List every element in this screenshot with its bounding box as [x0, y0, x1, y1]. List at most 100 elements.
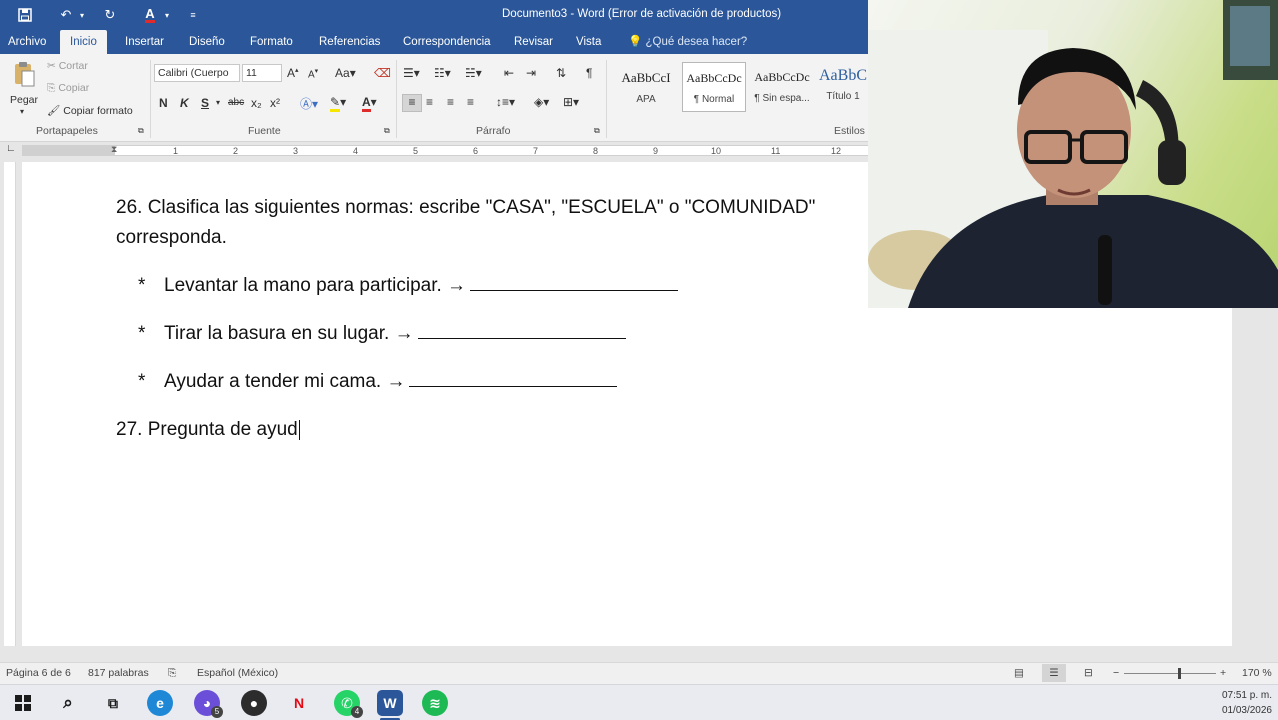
italic-button[interactable]: K [180, 96, 189, 110]
bold-button[interactable]: N [159, 96, 168, 110]
show-formatting-icon[interactable]: ¶ [586, 66, 592, 80]
discord-icon[interactable]: ◕ 5 [194, 690, 223, 718]
grow-font-icon[interactable]: A▴ [287, 66, 299, 80]
highlight-icon[interactable]: ✎▾ [330, 95, 346, 112]
underline-dropdown-icon[interactable]: ▾ [216, 98, 220, 107]
tab-correspondencia[interactable]: Correspondencia [403, 30, 491, 54]
tell-me-search[interactable]: 💡 ¿Qué desea hacer? [628, 30, 747, 54]
whatsapp-icon[interactable]: ✆ 4 [334, 690, 363, 718]
tab-selector-icon[interactable]: ∟ [6, 143, 16, 154]
read-mode-icon[interactable]: ▤ [1014, 667, 1024, 679]
windows-start-icon[interactable] [10, 690, 36, 716]
underline-button[interactable]: S [201, 96, 209, 110]
shrink-font-icon[interactable]: A▾ [308, 67, 318, 80]
indent-marker-icon[interactable]: ⧗ [111, 144, 117, 155]
font-name-combo[interactable]: Calibri (Cuerpo [154, 64, 240, 82]
borders-icon[interactable]: ⊞▾ [563, 95, 579, 109]
tab-insertar[interactable]: Insertar [125, 30, 164, 54]
word-icon[interactable]: W [377, 690, 403, 716]
font-color-qat-icon[interactable]: A [140, 5, 160, 25]
font-color-qat-dropdown-icon[interactable]: ▾ [162, 5, 172, 25]
redo-icon[interactable]: ↻ [100, 5, 120, 25]
multilevel-list-icon[interactable]: ☵▾ [465, 66, 482, 80]
style-normal[interactable]: AaBbCcDc ¶ Normal [682, 62, 746, 112]
bullets-icon[interactable]: ☰▾ [403, 66, 420, 80]
paste-icon[interactable] [12, 60, 36, 88]
style-name: APA [636, 94, 656, 105]
style-apa[interactable]: AaBbCcI APA [614, 62, 678, 112]
zoom-in-icon[interactable]: + [1220, 667, 1226, 679]
align-center-icon[interactable]: ≡ [426, 95, 433, 109]
web-layout-icon[interactable]: ⊟ [1084, 667, 1093, 679]
ruler-number: 6 [473, 146, 479, 156]
bullet-marker: * [138, 371, 146, 392]
paragraph-launcher-icon[interactable]: ⧉ [594, 126, 600, 136]
question-27: 27. Pregunta de ayud [116, 419, 300, 441]
undo-dropdown-icon[interactable]: ▾ [77, 5, 87, 25]
numbering-icon[interactable]: ☷▾ [434, 66, 451, 80]
tab-formato[interactable]: Formato [250, 30, 293, 54]
change-case-icon[interactable]: Aa▾ [335, 66, 356, 80]
justify-icon[interactable]: ≡ [467, 95, 474, 109]
decrease-indent-icon[interactable]: ⇤ [504, 66, 514, 80]
paste-button[interactable]: Pegar [10, 94, 38, 106]
clear-formatting-icon[interactable]: ⌫ [374, 66, 391, 80]
tab-revisar[interactable]: Revisar [514, 30, 553, 54]
text-effects-icon[interactable]: Ⓐ▾ [300, 95, 318, 112]
cut-button[interactable]: ✂ Cortar [47, 60, 88, 72]
spotify-icon[interactable]: ≋ [422, 690, 448, 716]
tab-diseno[interactable]: Diseño [189, 30, 225, 54]
vertical-ruler[interactable] [4, 162, 16, 646]
print-layout-icon[interactable]: ☰ [1042, 664, 1066, 682]
ruler-number: 1 [173, 146, 179, 156]
align-right-icon[interactable]: ≡ [447, 95, 454, 109]
sort-icon[interactable]: ⇅ [556, 66, 566, 80]
font-color-icon[interactable]: A▾ [362, 95, 377, 112]
copy-button[interactable]: ⎘ Copiar [47, 82, 89, 95]
system-clock[interactable]: 07:51 p. m. 01/03/2026 [1222, 688, 1272, 718]
increase-indent-icon[interactable]: ⇥ [526, 66, 536, 80]
customize-qat-icon[interactable]: ≡ [186, 5, 200, 25]
word-count[interactable]: 817 palabras [88, 667, 149, 679]
format-painter-button[interactable]: 🖌 Copiar formato [47, 104, 133, 117]
app-icon[interactable]: ● [241, 690, 267, 716]
paste-dropdown-icon[interactable]: ▾ [20, 107, 24, 116]
tab-vista[interactable]: Vista [576, 30, 601, 54]
zoom-slider-thumb[interactable] [1178, 668, 1181, 679]
tab-inicio[interactable]: Inicio [60, 30, 107, 54]
undo-icon[interactable]: ↶ [56, 5, 76, 25]
align-left-icon[interactable]: ≡ [402, 94, 422, 112]
answer-blank[interactable] [409, 371, 618, 387]
question-27-text: 27. Pregunta de ayud [116, 419, 298, 440]
clock-date: 01/03/2026 [1221, 705, 1272, 716]
proofing-icon[interactable]: ⎘ [168, 667, 176, 680]
netflix-icon[interactable]: N [286, 690, 312, 716]
style-heading-1[interactable]: AaBbC Título 1 [818, 62, 868, 112]
superscript-button[interactable]: x² [270, 96, 280, 110]
edge-icon[interactable]: e [147, 690, 173, 716]
whatsapp-badge: 4 [351, 706, 363, 718]
font-launcher-icon[interactable]: ⧉ [384, 126, 390, 136]
zoom-slider[interactable] [1124, 668, 1216, 679]
answer-blank[interactable] [470, 275, 679, 291]
subscript-button[interactable]: x₂ [251, 96, 262, 110]
answer-blank[interactable] [417, 323, 626, 339]
webcam-overlay [868, 0, 1278, 308]
clipboard-launcher-icon[interactable]: ⧉ [138, 126, 144, 136]
font-size-combo[interactable]: 11 [242, 64, 282, 82]
language-status[interactable]: Español (México) [197, 667, 278, 679]
page-count[interactable]: Página 6 de 6 [6, 667, 71, 679]
zoom-out-icon[interactable]: − [1113, 667, 1119, 679]
strikethrough-button[interactable]: abc [228, 97, 244, 108]
shading-icon[interactable]: ◈▾ [534, 95, 549, 109]
style-no-spacing[interactable]: AaBbCcDc ¶ Sin espa... [750, 62, 814, 112]
line-spacing-icon[interactable]: ↕≡▾ [496, 95, 515, 109]
list-item: Tirar la basura en su lugar. → [164, 323, 626, 345]
task-view-icon[interactable]: ⧉ [100, 690, 126, 716]
save-icon[interactable] [14, 5, 36, 25]
tab-referencias[interactable]: Referencias [319, 30, 380, 54]
zoom-level[interactable]: 170 % [1242, 667, 1272, 679]
tab-archivo[interactable]: Archivo [8, 30, 46, 54]
search-icon[interactable]: ⌕ [55, 690, 81, 716]
list-item-text: Ayudar a tender mi cama. → [164, 371, 406, 392]
